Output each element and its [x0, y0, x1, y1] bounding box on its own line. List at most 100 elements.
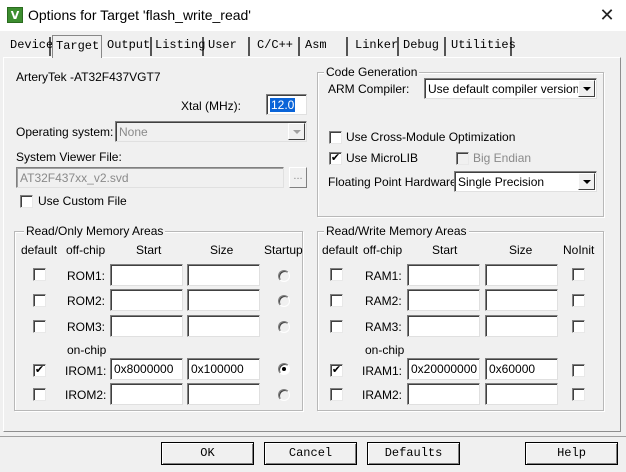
irom1-start-input[interactable]: 0x8000000	[110, 358, 183, 380]
ram2-noinit-checkbox[interactable]	[572, 294, 585, 307]
defaults-button[interactable]: Defaults	[367, 442, 460, 465]
ok-button[interactable]: OK	[161, 442, 254, 465]
use-custom-file-checkbox[interactable]	[20, 195, 33, 208]
irom2-size-input[interactable]	[187, 383, 260, 405]
iram1-label: IRAM1:	[362, 364, 403, 378]
compiler-label: ARM Compiler:	[328, 82, 410, 96]
tab-user[interactable]: User	[205, 37, 250, 56]
rom1-size-input[interactable]	[187, 264, 260, 286]
tab-c-cpp[interactable]: C/C++	[254, 37, 300, 56]
ram3-label: RAM3:	[365, 320, 402, 334]
svf-value: AT32F437xx_v2.svd	[20, 171, 129, 185]
iram2-noinit-checkbox[interactable]	[572, 388, 585, 401]
ram3-default-checkbox[interactable]	[330, 320, 343, 333]
ram1-start-input[interactable]	[407, 264, 480, 286]
big-endian-checkbox[interactable]	[456, 152, 469, 165]
ram3-noinit-checkbox[interactable]	[572, 320, 585, 333]
iram2-default-checkbox[interactable]	[330, 388, 343, 401]
ram-header-offchip: off-chip	[363, 243, 403, 257]
close-icon: ✕	[599, 5, 615, 25]
ram2-start-input[interactable]	[407, 289, 480, 311]
svf-input[interactable]: AT32F437xx_v2.svd	[16, 167, 284, 188]
window-title: Options for Target 'flash_write_read'	[28, 7, 251, 23]
big-endian-label: Big Endian	[473, 151, 532, 165]
tab-debug[interactable]: Debug	[400, 37, 446, 56]
rom2-start-input[interactable]	[110, 289, 183, 311]
rom1-label: ROM1:	[67, 269, 106, 283]
microlib-checkbox[interactable]: ✔	[329, 152, 342, 165]
tab-output[interactable]: Output	[104, 37, 152, 56]
rom-header-startup: Startup	[264, 243, 303, 257]
xtal-input[interactable]: 12.0	[266, 94, 307, 115]
rom3-label: ROM3:	[67, 320, 106, 334]
irom2-startup-radio[interactable]	[278, 389, 290, 401]
rom2-startup-radio[interactable]	[278, 295, 290, 307]
tab-label: C/C++	[257, 38, 294, 52]
app-icon: V	[7, 7, 23, 23]
ram2-size-input[interactable]	[485, 289, 558, 311]
irom1-default-checkbox[interactable]: ✔	[33, 364, 46, 377]
checkmark-icon: ✔	[330, 151, 341, 164]
tab-listing[interactable]: Listing	[152, 37, 205, 56]
os-value: None	[119, 125, 148, 139]
rom2-label: ROM2:	[67, 294, 106, 308]
checkmark-icon: ✔	[331, 363, 342, 376]
checkmark-icon: ✔	[34, 363, 45, 376]
tab-label: Output	[107, 38, 151, 52]
os-select[interactable]: None	[115, 121, 307, 142]
rom3-start-input[interactable]	[110, 315, 183, 337]
rom3-size-input[interactable]	[187, 315, 260, 337]
tab-label: Asm	[305, 38, 327, 52]
iram1-default-checkbox[interactable]: ✔	[330, 364, 343, 377]
irom1-startup-radio[interactable]	[278, 363, 290, 375]
ram3-size-input[interactable]	[485, 315, 558, 337]
iram2-size-input[interactable]	[485, 383, 558, 405]
irom2-start-input[interactable]	[110, 383, 183, 405]
compiler-select[interactable]: Use default compiler version 5	[424, 78, 597, 99]
rom-header-size: Size	[210, 243, 234, 257]
help-button[interactable]: Help	[525, 442, 618, 465]
microlib-label: Use MicroLIB	[346, 151, 419, 165]
tab-linker[interactable]: Linker	[352, 37, 399, 56]
ram3-start-input[interactable]	[407, 315, 480, 337]
cancel-button[interactable]: Cancel	[264, 442, 357, 465]
tab-device[interactable]: Device	[7, 37, 54, 56]
rom3-startup-radio[interactable]	[278, 321, 290, 333]
iram2-label: IRAM2:	[362, 388, 403, 402]
rom1-start-input[interactable]	[110, 264, 183, 286]
iram1-noinit-checkbox[interactable]	[572, 364, 585, 377]
rom2-size-input[interactable]	[187, 289, 260, 311]
ram-header-default: default	[322, 243, 359, 257]
rom1-default-checkbox[interactable]	[33, 268, 46, 281]
svf-label: System Viewer File:	[16, 150, 122, 164]
ram1-size-input[interactable]	[485, 264, 558, 286]
rom2-default-checkbox[interactable]	[33, 294, 46, 307]
tab-label: Device	[10, 38, 54, 52]
cross-module-checkbox[interactable]	[329, 131, 342, 144]
ram1-noinit-checkbox[interactable]	[572, 268, 585, 281]
irom1-size-input[interactable]: 0x100000	[187, 358, 260, 380]
iram1-size-input[interactable]: 0x60000	[485, 358, 558, 380]
iram1-start-input[interactable]: 0x20000000	[407, 358, 480, 380]
close-button[interactable]: ✕	[596, 5, 618, 25]
tab-utilities[interactable]: Utilities	[448, 37, 516, 56]
irom1-label: IROM1:	[65, 364, 107, 378]
rom-header-start: Start	[136, 243, 162, 257]
ram2-default-checkbox[interactable]	[330, 294, 343, 307]
rom1-startup-radio[interactable]	[278, 270, 290, 282]
iram2-start-input[interactable]	[407, 383, 480, 405]
rom-group-title: Read/Only Memory Areas	[24, 224, 166, 238]
code-generation-title: Code Generation	[324, 65, 420, 79]
fpu-select[interactable]: Single Precision	[454, 171, 597, 192]
tab-label: Linker	[355, 38, 399, 52]
rom-header-default: default	[21, 243, 58, 257]
svf-browse-button[interactable]: ...	[289, 167, 307, 188]
tab-label: Target	[56, 39, 100, 53]
tab-target[interactable]: Target	[52, 35, 102, 58]
irom2-default-checkbox[interactable]	[33, 388, 46, 401]
tab-asm[interactable]: Asm	[302, 37, 348, 56]
fpu-label: Floating Point Hardware:	[328, 175, 461, 189]
rom-header-offchip: off-chip	[66, 243, 106, 257]
ram1-default-checkbox[interactable]	[330, 268, 343, 281]
rom3-default-checkbox[interactable]	[33, 320, 46, 333]
